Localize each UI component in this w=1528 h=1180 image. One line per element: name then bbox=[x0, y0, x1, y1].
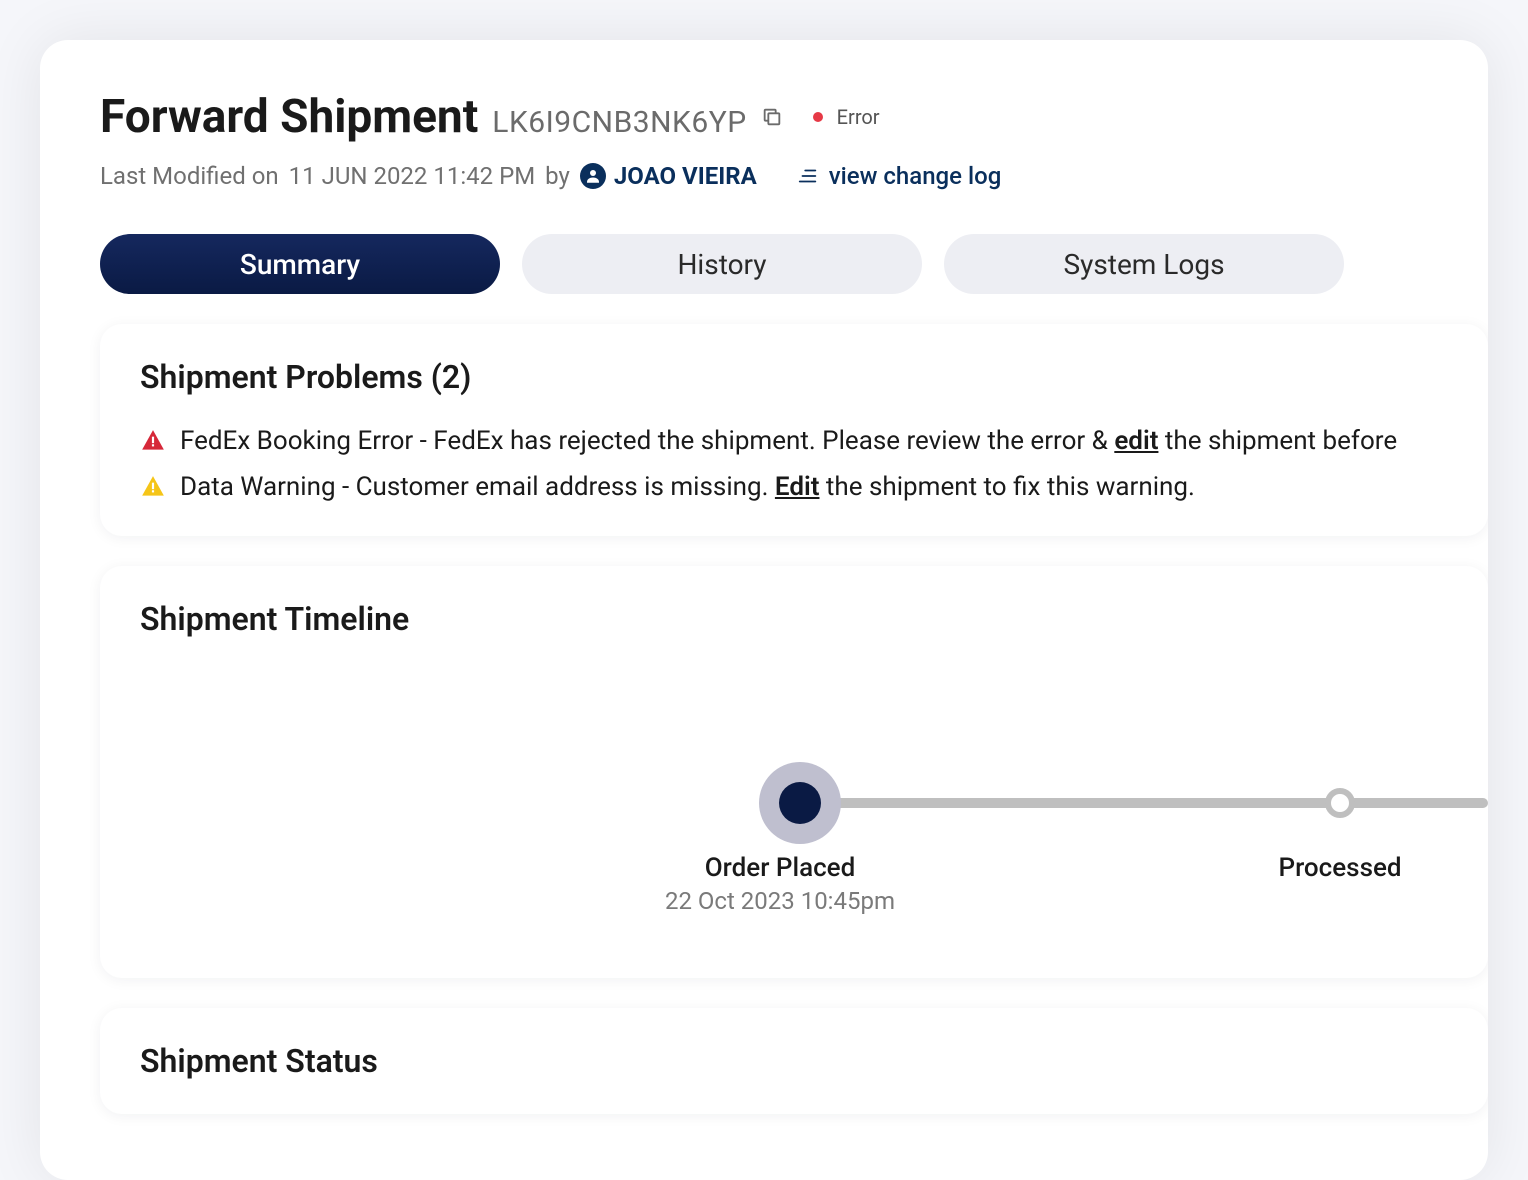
timeline-area: Order Placed 22 Oct 2023 10:45pm Process… bbox=[140, 698, 1488, 928]
status-title: Shipment Status bbox=[140, 1042, 1488, 1080]
copy-icon[interactable] bbox=[761, 106, 783, 128]
meta-row: Last Modified on 11 JUN 2022 11:42 PM by… bbox=[100, 162, 1488, 190]
header-row: Forward Shipment LK6I9CNB3NK6YP Error bbox=[100, 90, 1488, 144]
tab-system-logs[interactable]: System Logs bbox=[944, 234, 1344, 294]
timeline-node-title: Processed bbox=[1278, 853, 1401, 883]
timeline-track bbox=[760, 798, 1488, 808]
tab-history[interactable]: History bbox=[522, 234, 922, 294]
by-label: by bbox=[545, 162, 570, 190]
user-name: JOAO VIEIRA bbox=[614, 162, 757, 190]
problem-warning-text-before: Data Warning - Customer email address is… bbox=[180, 472, 775, 502]
user-avatar-icon bbox=[580, 163, 606, 189]
list-icon bbox=[797, 165, 819, 187]
tabs: Summary History System Logs bbox=[100, 234, 1488, 294]
timeline-label-order-placed: Order Placed 22 Oct 2023 10:45pm bbox=[665, 853, 895, 915]
timeline-node-order-placed bbox=[759, 762, 841, 844]
main-card: Forward Shipment LK6I9CNB3NK6YP Error La… bbox=[40, 40, 1488, 1180]
last-modified-datetime: 11 JUN 2022 11:42 PM bbox=[289, 162, 536, 190]
problem-error-text-before: FedEx Booking Error - FedEx has rejected… bbox=[180, 426, 1114, 456]
timeline-dot-pending-icon bbox=[1325, 788, 1355, 818]
problem-row-warning: Data Warning - Customer email address is… bbox=[140, 472, 1488, 502]
timeline-node-date: 22 Oct 2023 10:45pm bbox=[665, 887, 895, 915]
tab-summary[interactable]: Summary bbox=[100, 234, 500, 294]
timeline-dot-current-icon bbox=[759, 762, 841, 844]
problems-title: Shipment Problems (2) bbox=[140, 358, 1488, 396]
timeline-node-processed bbox=[1325, 788, 1355, 818]
timeline-label-processed: Processed bbox=[1278, 853, 1401, 883]
view-change-log-label: view change log bbox=[829, 162, 1002, 190]
last-modified-prefix: Last Modified on bbox=[100, 162, 279, 190]
timeline-node-title: Order Placed bbox=[665, 853, 895, 883]
shipment-timeline-panel: Shipment Timeline Order Placed 22 Oct 20… bbox=[100, 566, 1488, 978]
warning-triangle-icon bbox=[140, 474, 166, 500]
problem-warning-text-after: the shipment to fix this warning. bbox=[819, 472, 1194, 502]
timeline-title: Shipment Timeline bbox=[140, 600, 1488, 638]
problem-warning-edit-link[interactable]: Edit bbox=[775, 472, 820, 502]
shipment-id: LK6I9CNB3NK6YP bbox=[492, 105, 746, 140]
page-title: Forward Shipment bbox=[100, 90, 478, 144]
status-label: Error bbox=[837, 105, 880, 129]
error-triangle-icon bbox=[140, 428, 166, 454]
user-chip[interactable]: JOAO VIEIRA bbox=[580, 162, 757, 190]
status-dot-icon bbox=[813, 112, 823, 122]
view-change-log-link[interactable]: view change log bbox=[797, 162, 1002, 190]
problem-error-text-after: the shipment before bbox=[1158, 426, 1397, 456]
problem-error-edit-link[interactable]: edit bbox=[1114, 426, 1158, 456]
shipment-status-panel: Shipment Status bbox=[100, 1008, 1488, 1114]
problems-list: FedEx Booking Error - FedEx has rejected… bbox=[140, 426, 1488, 502]
shipment-problems-panel: Shipment Problems (2) FedEx Booking Erro… bbox=[100, 324, 1488, 536]
problem-row-error: FedEx Booking Error - FedEx has rejected… bbox=[140, 426, 1488, 456]
